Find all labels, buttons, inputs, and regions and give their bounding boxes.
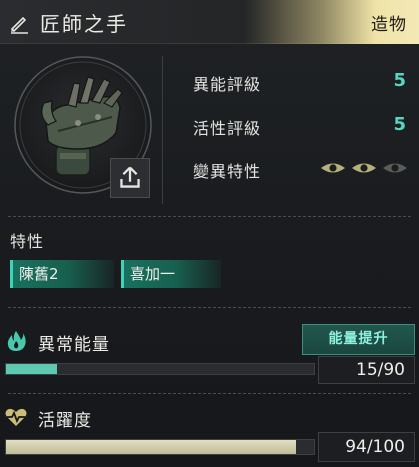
energy-label: 異常能量 [38,335,110,355]
pencil-icon[interactable] [8,12,30,34]
vitality-label: 活躍度 [38,411,92,431]
vitality-value: 94/100 [318,432,415,462]
vitality-bar [5,439,315,455]
energy-value: 15/90 [318,356,415,384]
share-button[interactable] [110,158,150,198]
stat-label-ability: 異能評級 [193,75,262,94]
divider [8,216,411,217]
eye-icon [352,163,376,173]
stat-value-activity: 5 [393,114,406,135]
mutation-eyes [321,163,407,173]
category-badge: 造物 [244,0,419,44]
energy-bar-fill [6,364,58,374]
item-title: 匠師之手 [40,12,128,36]
eye-icon [321,163,345,173]
energy-boost-button[interactable]: 能量提升 [302,324,415,355]
energy-bar [5,363,315,375]
stat-label-mutation: 變異特性 [193,162,262,181]
trait-chip[interactable]: 陳舊2 [10,260,114,288]
divider [8,393,411,394]
share-icon [120,166,140,188]
portrait-divider [162,56,163,204]
traits-heading: 特性 [10,232,45,251]
item-detail-panel: 匠師之手 造物 異能評級 5 活性評級 5 變異特性 特性 陳舊2 喜加一 異常… [0,0,419,467]
stat-value-ability: 5 [393,70,406,91]
header-bar: 匠師之手 造物 [0,0,419,44]
trait-chip[interactable]: 喜加一 [121,260,221,288]
stat-label-activity: 活性評級 [193,119,262,138]
divider [8,307,411,308]
flame-icon [7,331,26,351]
category-badge-label: 造物 [371,15,407,35]
eye-icon [383,163,407,173]
heart-pulse-icon [5,408,27,426]
vitality-bar-fill [6,440,296,454]
